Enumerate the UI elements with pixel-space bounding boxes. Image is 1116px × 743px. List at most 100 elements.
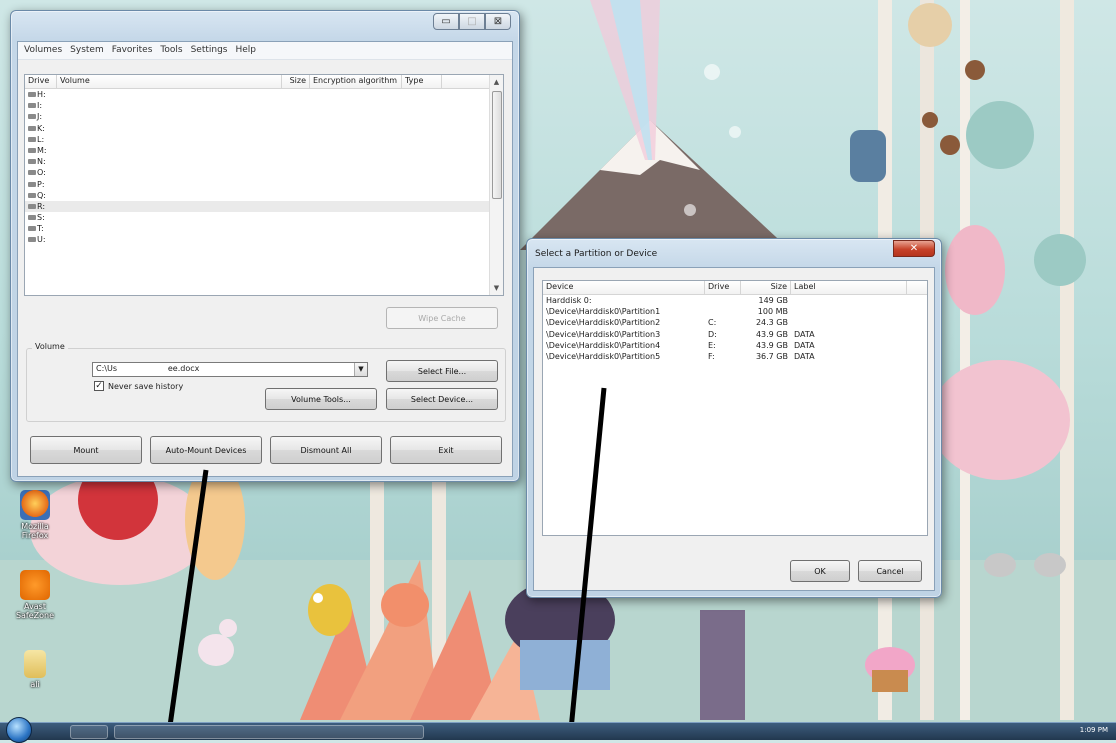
- close-button[interactable]: ⊠: [485, 13, 511, 30]
- desktop-icon-folder[interactable]: ali: [12, 650, 58, 689]
- maximize-button[interactable]: □: [459, 13, 485, 30]
- menu-tools[interactable]: Tools: [160, 45, 182, 56]
- drive-list-scrollbar[interactable]: ▲ ▼: [489, 75, 503, 295]
- auto-mount-devices-button[interactable]: Auto-Mount Devices: [150, 436, 262, 464]
- menu-favorites[interactable]: Favorites: [112, 45, 153, 56]
- partition-row[interactable]: \Device\Harddisk0\Partition4 E: 43.9 GB DAT…: [543, 340, 927, 351]
- partition-device-cell: \Device\Harddisk0\Partition1: [546, 307, 661, 317]
- truecrypt-client-area: Volumes System Favorites Tools Settings …: [17, 41, 513, 477]
- drive-list-row[interactable]: K:: [25, 123, 503, 134]
- drive-letter-cell: K:: [25, 123, 57, 134]
- drive-list-row[interactable]: H:: [25, 89, 503, 100]
- menu-settings[interactable]: Settings: [191, 45, 228, 56]
- column-header-device[interactable]: Device: [543, 281, 705, 294]
- menu-volumes[interactable]: Volumes: [24, 45, 62, 56]
- drive-list-row[interactable]: Q:: [25, 190, 503, 201]
- partition-label-cell: DATA: [794, 329, 815, 339]
- close-button[interactable]: ✕: [893, 240, 935, 257]
- drive-list-row[interactable]: S:: [25, 212, 503, 223]
- dismount-all-button[interactable]: Dismount All: [270, 436, 382, 464]
- never-save-history-label: Never save history: [108, 381, 184, 391]
- taskbar-item-pinned[interactable]: [70, 725, 108, 739]
- column-header-label[interactable]: Label: [791, 281, 907, 294]
- partition-size-cell: 100 MB: [757, 307, 788, 317]
- partition-row[interactable]: Harddisk 0: 149 GB: [543, 295, 927, 306]
- drive-letter: J:: [37, 112, 43, 122]
- partition-list[interactable]: Device Drive Size Label Harddisk 0: 149 G…: [542, 280, 928, 536]
- drive-icon: [28, 226, 36, 232]
- column-header-size[interactable]: Size: [282, 75, 310, 88]
- drive-list-row[interactable]: I:: [25, 100, 503, 111]
- partition-size-cell: 43.9 GB: [755, 340, 788, 350]
- drive-list-row[interactable]: R:: [25, 200, 503, 213]
- drive-list-row[interactable]: N:: [25, 156, 503, 167]
- volume-tools-button[interactable]: Volume Tools...: [265, 388, 377, 410]
- drive-letter: Q:: [37, 190, 46, 200]
- partition-label-cell: [791, 317, 907, 328]
- wipe-cache-button[interactable]: Wipe Cache: [386, 307, 498, 329]
- minimize-button[interactable]: ▭: [433, 13, 459, 30]
- desktop-icon-avast[interactable]: Avast SafeZone: [12, 570, 58, 620]
- column-header-drive[interactable]: Drive: [705, 281, 741, 294]
- never-save-history-checkbox[interactable]: ✓ Never save history: [94, 381, 183, 391]
- drive-letter-cell: U:: [25, 234, 57, 245]
- drive-letter-cell: S:: [25, 212, 57, 223]
- column-header-encryption[interactable]: Encryption algorithm: [310, 75, 402, 88]
- partition-row[interactable]: \Device\Harddisk0\Partition2 C: 24.3 GB: [543, 317, 927, 328]
- drive-letter: N:: [37, 157, 46, 167]
- chevron-down-icon[interactable]: ▼: [354, 363, 367, 376]
- column-header-type[interactable]: Type: [402, 75, 442, 88]
- ok-button[interactable]: OK: [790, 560, 850, 582]
- column-header-volume[interactable]: Volume: [57, 75, 282, 88]
- partition-row[interactable]: \Device\Harddisk0\Partition3 D: 43.9 GB DAT…: [543, 329, 927, 340]
- column-header-size[interactable]: Size: [741, 281, 791, 294]
- taskbar-item-truecrypt[interactable]: [114, 725, 424, 739]
- scroll-up-arrow-icon[interactable]: ▲: [490, 75, 503, 89]
- drive-letter: L:: [37, 134, 45, 144]
- partition-row[interactable]: \Device\Harddisk0\Partition5 F: 36.7 GB DAT…: [543, 351, 927, 362]
- scroll-thumb[interactable]: [492, 91, 502, 199]
- menu-help[interactable]: Help: [235, 45, 256, 56]
- select-device-button[interactable]: Select Device...: [386, 388, 498, 410]
- drive-letter: H:: [37, 90, 46, 99]
- select-file-button[interactable]: Select File...: [386, 360, 498, 382]
- drive-list-row[interactable]: M:: [25, 145, 503, 156]
- volume-path-combo[interactable]: C:\Us ee.docx ▼: [92, 362, 368, 377]
- partition-device-cell: Harddisk 0:: [546, 296, 592, 305]
- partition-drive-cell: [705, 306, 741, 317]
- drive-list[interactable]: Drive Volume Size Encryption algorithm T…: [24, 74, 504, 296]
- partition-label-cell: DATA: [794, 340, 815, 350]
- drive-icon: [28, 159, 36, 165]
- desktop-icon-firefox[interactable]: Mozilla Firefox: [12, 490, 58, 540]
- partition-drive-cell: C:: [708, 318, 717, 328]
- partition-row[interactable]: \Device\Harddisk0\Partition1 100 MB: [543, 306, 927, 317]
- partition-label-cell: DATA: [794, 351, 815, 361]
- partition-size-cell: 24.3 GB: [755, 318, 788, 328]
- mount-button[interactable]: Mount: [30, 436, 142, 464]
- partition-size-cell: 36.7 GB: [755, 351, 788, 361]
- start-button[interactable]: [6, 717, 32, 743]
- column-header-drive[interactable]: Drive: [25, 75, 57, 88]
- partition-device-cell: \Device\Harddisk0\Partition3: [546, 329, 661, 339]
- drive-letter-cell: L:: [25, 134, 57, 145]
- menu-system[interactable]: System: [70, 45, 104, 56]
- checkbox-checkmark-icon[interactable]: ✓: [94, 381, 104, 391]
- drive-letter: K:: [37, 123, 45, 133]
- drive-list-row[interactable]: P:: [25, 179, 503, 190]
- partition-drive-cell: D:: [708, 329, 717, 339]
- partition-drive-cell: F:: [708, 351, 715, 361]
- desktop-icon-label: Mozilla Firefox: [21, 522, 49, 540]
- drive-letter-cell: H:: [25, 89, 57, 100]
- drive-list-row[interactable]: L:: [25, 134, 503, 145]
- drive-list-row[interactable]: T:: [25, 223, 503, 234]
- drive-list-row[interactable]: J:: [25, 111, 503, 122]
- drive-list-row[interactable]: O:: [25, 167, 503, 178]
- exit-button[interactable]: Exit: [390, 436, 502, 464]
- scroll-down-arrow-icon[interactable]: ▼: [490, 281, 503, 295]
- taskbar-clock[interactable]: 1:09 PM: [1080, 726, 1108, 734]
- drive-list-row[interactable]: U:: [25, 234, 503, 245]
- partition-size-cell: 43.9 GB: [755, 329, 788, 339]
- window-caption-buttons: ▭ □ ⊠: [433, 13, 511, 30]
- drive-icon: [28, 170, 36, 176]
- cancel-button[interactable]: Cancel: [858, 560, 922, 582]
